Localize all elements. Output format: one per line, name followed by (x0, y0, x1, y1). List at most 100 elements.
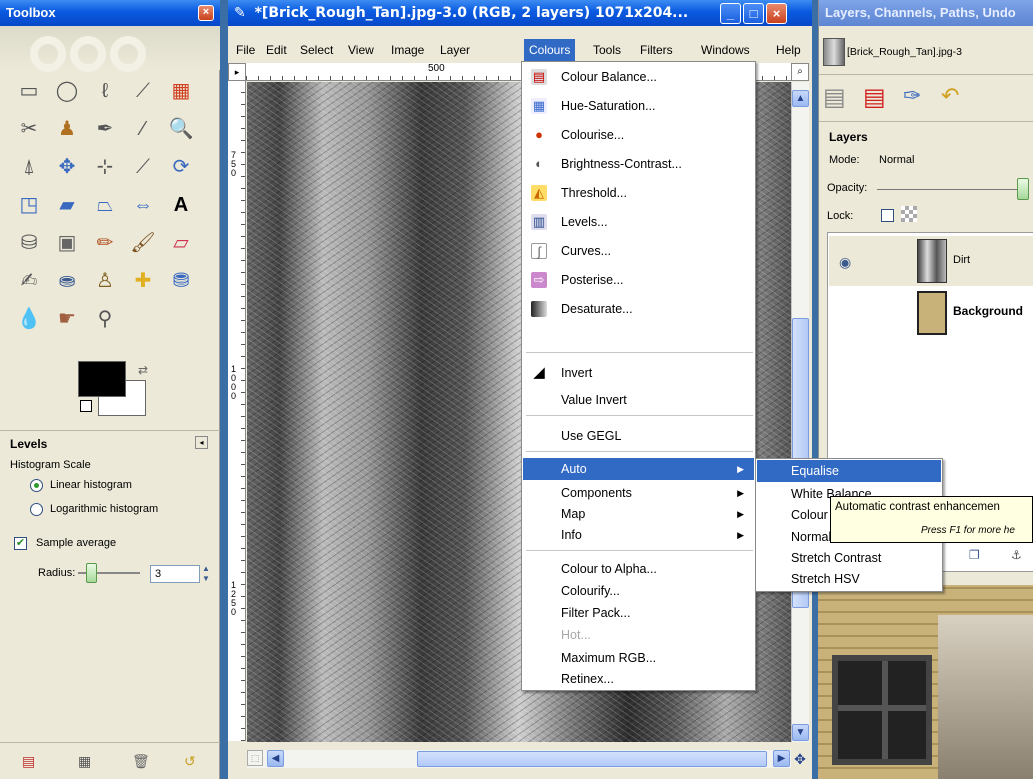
horizontal-scroll-thumb[interactable] (417, 751, 767, 767)
menu-edit[interactable]: Edit (266, 43, 287, 57)
scroll-down-icon[interactable]: ▼ (792, 724, 809, 741)
menu-item-invert[interactable]: ◢ Invert (523, 362, 754, 384)
linear-histogram-label[interactable]: Linear histogram (50, 479, 132, 491)
menu-view[interactable]: View (348, 43, 374, 57)
paths-icon[interactable]: ✒ (90, 114, 120, 144)
horizontal-scrollbar[interactable]: ⬚ ◀ ▶ (247, 750, 791, 768)
menu-item-curves[interactable]: ∫ Curves... (523, 240, 754, 262)
menu-item-hot[interactable]: Hot... (523, 624, 754, 646)
menu-file[interactable]: File (236, 43, 255, 57)
text-tool-icon[interactable]: A (166, 190, 196, 220)
scroll-right-icon[interactable]: ▶ (773, 750, 790, 767)
smudge-icon[interactable]: ☛ (52, 304, 82, 334)
vertical-scrollbar[interactable]: ▲ ▼ (791, 82, 809, 742)
menu-item-maximum-rgb[interactable]: Maximum RGB... (523, 647, 754, 669)
mode-select[interactable]: Normal (879, 154, 914, 166)
scissors-icon[interactable]: ✂ (14, 114, 44, 144)
flip-icon[interactable]: ⇔ (128, 190, 158, 220)
eye-visibility-icon[interactable]: ◉ (839, 254, 851, 271)
menu-filters[interactable]: Filters (640, 43, 673, 57)
menu-select[interactable]: Select (300, 43, 333, 57)
radius-spinbox[interactable]: 3 (150, 565, 200, 583)
menu-layer[interactable]: Layer (440, 43, 470, 57)
menu-item-desaturate[interactable]: Desaturate... (523, 298, 754, 320)
layer-name[interactable]: Background (953, 304, 1023, 318)
rect-select-icon[interactable]: ▭ (14, 76, 44, 106)
swap-colors-icon[interactable]: ⇄ (138, 363, 148, 377)
scroll-left-icon[interactable]: ◀ (267, 750, 284, 767)
vertical-ruler[interactable]: 750 1000 1250 (228, 81, 246, 741)
pencil-icon[interactable]: ✏ (90, 228, 120, 258)
navigate-icon[interactable]: ✥ (791, 750, 809, 768)
sample-average-checkbox[interactable]: ✔ (14, 537, 27, 550)
dodge-burn-icon[interactable]: ⚲ (90, 304, 120, 334)
layer-name[interactable]: Dirt (953, 254, 970, 266)
menu-item-colourise[interactable]: ● Colourise... (523, 124, 754, 146)
menu-item-hue-saturation[interactable]: ▦ Hue-Saturation... (523, 95, 754, 117)
opacity-slider-handle[interactable] (1017, 178, 1029, 200)
menu-image[interactable]: Image (391, 43, 424, 57)
menu-item-brightness-contrast[interactable]: ◐ Brightness-Contrast... (523, 153, 754, 175)
menu-item-stretch-contrast[interactable]: Stretch Contrast (757, 547, 941, 569)
image-menu-arrow-icon[interactable]: ▸ (228, 63, 246, 81)
wilber-drop-area[interactable] (0, 26, 220, 72)
menu-item-equalise[interactable]: Equalise (757, 460, 941, 482)
menu-item-levels[interactable]: ▥ Levels... (523, 211, 754, 233)
dock-titlebar[interactable]: Layers, Channels, Paths, Undo (819, 0, 1033, 26)
menu-colours[interactable]: Colours (524, 39, 576, 61)
perspective-icon[interactable]: ⏢ (90, 190, 120, 220)
color-picker-icon[interactable]: ⁄ (128, 114, 158, 144)
paths-tab-icon[interactable]: ✑ (903, 83, 943, 117)
minimize-button[interactable]: _ (720, 3, 741, 24)
opacity-slider-track[interactable] (877, 189, 1019, 190)
menu-item-colour-to-alpha[interactable]: Colour to Alpha... (523, 558, 754, 580)
save-options-icon[interactable]: ▤ (22, 753, 35, 770)
radius-slider-handle[interactable] (86, 563, 97, 583)
delete-options-icon[interactable]: 🗑 (132, 753, 150, 770)
select-by-color-icon[interactable]: ▦ (166, 76, 196, 106)
log-histogram-label[interactable]: Logarithmic histogram (50, 503, 158, 515)
sample-average-label[interactable]: Sample average (36, 537, 116, 549)
toolbox-close-button[interactable]: × (198, 5, 214, 21)
menu-help[interactable]: Help (776, 43, 801, 57)
foreground-select-icon[interactable]: ♟ (52, 114, 82, 144)
free-select-icon[interactable]: ℓ (90, 76, 120, 106)
heal-icon[interactable]: ✚ (128, 266, 158, 296)
menu-item-info[interactable]: Info ▶ (523, 524, 754, 546)
shear-icon[interactable]: ▰ (52, 190, 82, 220)
toolbox-titlebar[interactable]: Toolbox × (0, 0, 220, 26)
linear-histogram-radio[interactable] (30, 479, 43, 492)
eraser-icon[interactable]: ▱ (166, 228, 196, 258)
maximize-button[interactable]: □ (743, 3, 764, 24)
menu-tools[interactable]: Tools (593, 43, 621, 57)
restore-options-icon[interactable]: ▦ (78, 753, 91, 770)
lock-pixels-checkbox[interactable] (881, 209, 894, 222)
align-icon[interactable]: ⊹ (90, 152, 120, 182)
bucket-fill-icon[interactable]: ⛁ (14, 228, 44, 258)
menu-item-use-gegl[interactable]: Use GEGL (523, 425, 754, 447)
log-histogram-radio[interactable] (30, 503, 43, 516)
menu-item-retinex[interactable]: Retinex... (523, 668, 754, 690)
layers-tab-icon[interactable]: ▤ (823, 83, 863, 117)
move-icon[interactable]: ✥ (52, 152, 82, 182)
zoom-icon[interactable]: 🔍 (166, 114, 196, 144)
airbrush-icon[interactable]: ✍ (14, 266, 44, 296)
scroll-up-icon[interactable]: ▲ (792, 90, 809, 107)
channels-tab-icon[interactable]: ▤ (863, 83, 903, 117)
undo-tab-icon[interactable]: ↶ (941, 83, 981, 117)
menu-item-components[interactable]: Components ▶ (523, 482, 754, 504)
menu-item-map[interactable]: Map ▶ (523, 503, 754, 525)
crop-icon[interactable]: ⟋ (128, 152, 158, 182)
clone-icon[interactable]: ♙ (90, 266, 120, 296)
menu-windows[interactable]: Windows (701, 43, 750, 57)
close-button[interactable]: × (766, 3, 787, 24)
ellipse-select-icon[interactable]: ◯ (52, 76, 82, 106)
menu-item-value-invert[interactable]: Value Invert (523, 389, 754, 411)
paintbrush-icon[interactable]: 🖌 (128, 228, 158, 258)
menu-item-auto[interactable]: Auto ▶ (523, 458, 754, 480)
default-colors-icon[interactable] (80, 400, 92, 412)
menu-item-stretch-hsv[interactable]: Stretch HSV (757, 568, 941, 590)
fuzzy-select-icon[interactable]: ⟋ (128, 76, 158, 106)
image-selector[interactable]: [Brick_Rough_Tan].jpg-3 (847, 46, 962, 58)
menu-item-threshold[interactable]: ◭ Threshold... (523, 182, 754, 204)
